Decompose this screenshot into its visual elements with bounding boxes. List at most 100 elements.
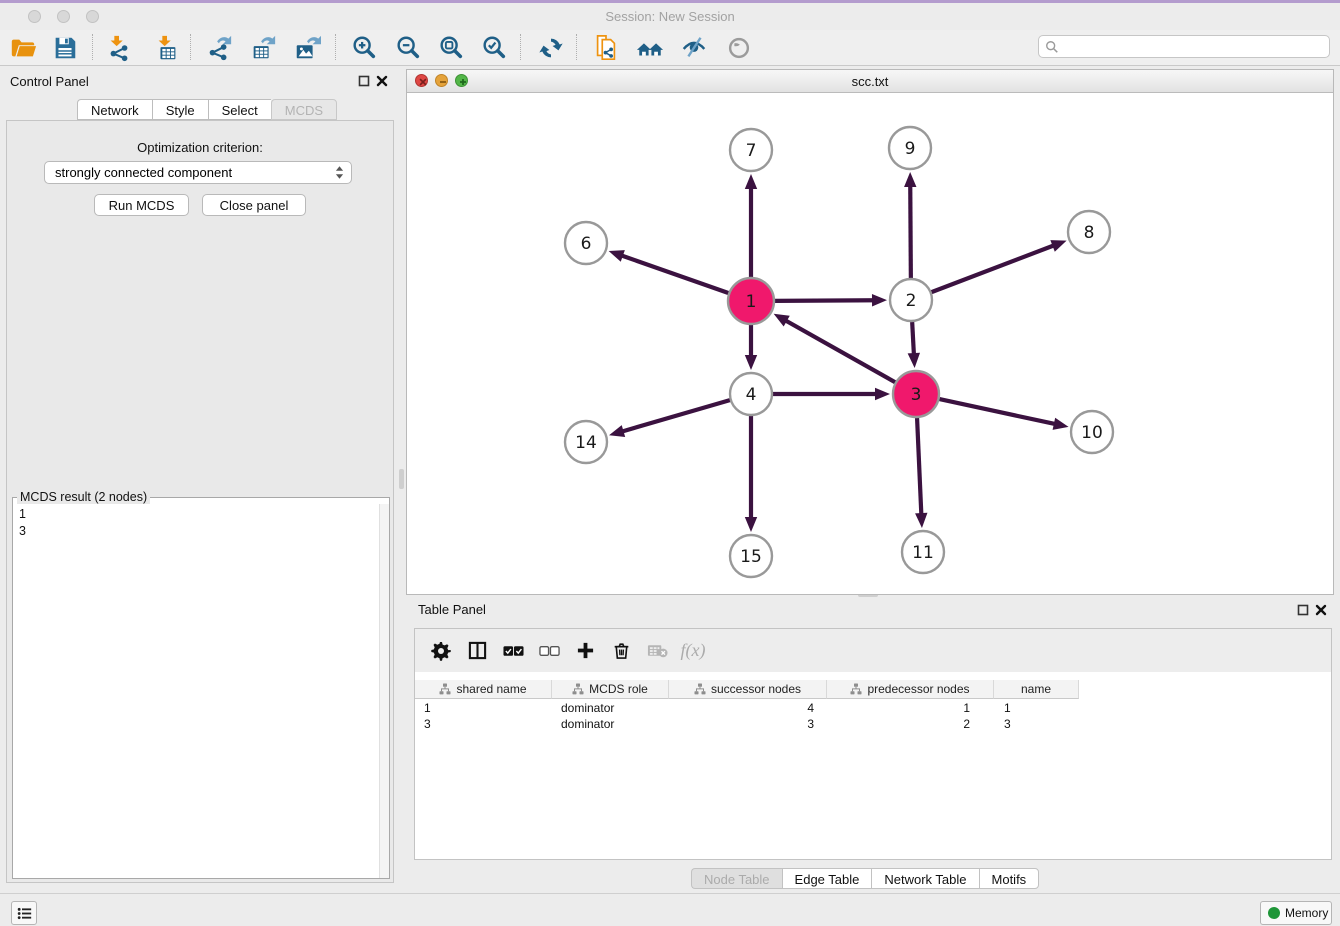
toolbar-separator [576,34,577,60]
select-chevrons-icon [335,165,351,180]
graph-edge-2-8[interactable] [932,244,1057,292]
eye-icon[interactable] [724,33,754,63]
column-header-shared-name[interactable]: shared name [415,680,552,699]
table-row[interactable]: 1 dominator 4 1 1 [415,700,1079,716]
control-panel-title: Control Panel [10,74,89,89]
table-row[interactable]: 3 dominator 3 2 3 [415,716,1079,732]
graph-node-label-10: 10 [1081,423,1103,443]
graph-edge-1-2[interactable] [775,300,876,301]
column-header-successor-nodes[interactable]: successor nodes [669,680,827,699]
cell-successor-nodes: 4 [669,700,827,716]
float-table-panel-icon[interactable] [1297,604,1309,616]
memory-status-dot [1268,907,1280,919]
tab-edge-table[interactable]: Edge Table [782,868,872,889]
hide-panels-icon[interactable] [679,33,709,63]
select-all-icon[interactable] [495,636,531,666]
zoom-out-icon[interactable] [393,33,423,63]
control-panel-buttons [358,75,388,87]
zoom-selected-icon[interactable] [479,33,509,63]
zoom-in-icon[interactable] [349,33,379,63]
cell-shared-name: 1 [415,700,552,716]
optimization-criterion-label: Optimization criterion: [6,140,394,155]
float-panel-icon[interactable] [358,75,370,87]
table-panel-tabs: Node Table Edge Table Network Table Moti… [691,868,1039,889]
search-field[interactable] [1063,39,1329,55]
close-panel-icon[interactable] [376,75,388,87]
import-network-icon[interactable] [104,33,134,63]
show-columns-icon[interactable] [459,636,495,666]
tab-select[interactable]: Select [208,99,271,120]
home-icon[interactable] [635,33,665,63]
toolbar-separator [520,34,521,60]
cell-mcds-role: dominator [552,716,669,732]
result-scrollbar[interactable] [379,504,389,878]
column-header-mcds-role[interactable]: MCDS role [552,680,669,699]
tab-style[interactable]: Style [152,99,208,120]
function-builder-icon: f(x) [675,636,711,666]
table-panel-buttons [1297,604,1327,616]
deselect-all-icon[interactable] [531,636,567,666]
memory-button[interactable]: Memory [1260,901,1332,925]
zoom-fit-icon[interactable] [436,33,466,63]
graph-node-label-4: 4 [746,385,757,405]
task-history-button[interactable] [11,901,37,925]
close-panel-button[interactable]: Close panel [202,194,306,216]
run-mcds-button[interactable]: Run MCDS [94,194,189,216]
tab-node-table[interactable]: Node Table [691,868,782,889]
import-table-icon[interactable] [152,33,182,63]
graph-node-label-7: 7 [746,141,757,161]
export-table-icon[interactable] [248,33,278,63]
graph-edge-1-6[interactable] [619,255,728,293]
toolbar-separator [92,34,93,60]
hierarchy-icon [439,683,451,695]
memory-label: Memory [1285,906,1328,920]
graph-arrowhead [745,174,757,189]
tab-motifs[interactable]: Motifs [979,868,1040,889]
graph-arrowhead [1053,418,1069,430]
optimization-criterion-select[interactable]: strongly connected component [44,161,352,184]
export-image-icon[interactable] [292,33,322,63]
graph-edge-2-9[interactable] [910,183,911,278]
table-header-row: shared name MCDS role successor nodes pr… [415,680,1079,699]
add-column-icon[interactable] [567,636,603,666]
delete-table-icon [639,636,675,666]
graph-arrowhead [609,425,625,437]
graph-edge-2-3[interactable] [912,322,914,357]
network-canvas[interactable]: 1234678910111415 [407,92,1333,594]
main-toolbar [0,30,1340,66]
delete-column-icon[interactable] [603,636,639,666]
mcds-result-box[interactable]: MCDS result (2 nodes) 1 3 [12,490,390,879]
tab-network-table[interactable]: Network Table [871,868,978,889]
hierarchy-icon [850,683,862,695]
application-window: Session: New Session [0,0,1340,926]
export-network-icon[interactable] [204,33,234,63]
toolbar-separator [335,34,336,60]
network-window-titlebar[interactable]: scc.txt [407,70,1333,93]
clone-network-icon[interactable] [591,33,621,63]
graph-node-label-6: 6 [581,234,592,254]
table-toolbar: f(x) [415,629,1331,672]
cell-predecessor-nodes: 2 [827,716,994,732]
graph-edge-3-10[interactable] [939,399,1057,425]
open-session-icon[interactable] [8,33,38,63]
column-header-name[interactable]: name [994,680,1079,699]
table-panel-title: Table Panel [418,602,486,617]
column-header-predecessor-nodes[interactable]: predecessor nodes [827,680,994,699]
graph-edge-3-1[interactable] [783,319,895,382]
hierarchy-icon [572,683,584,695]
table-settings-gear-icon[interactable] [423,636,459,666]
save-session-icon[interactable] [50,33,80,63]
cell-successor-nodes: 3 [669,716,827,732]
graph-edge-4-14[interactable] [620,400,730,432]
window-titlebar: Session: New Session [0,3,1340,31]
refresh-network-icon[interactable] [536,33,566,63]
graph-edge-3-11[interactable] [917,418,921,517]
graph-node-label-14: 14 [575,433,597,453]
close-table-panel-icon[interactable] [1315,604,1327,616]
tab-mcds[interactable]: MCDS [271,99,337,120]
tab-network[interactable]: Network [77,99,152,120]
graph-arrowhead [745,355,757,370]
graph-arrowhead [908,353,920,368]
vertical-divider-grip[interactable] [399,469,404,489]
search-input[interactable] [1038,35,1330,58]
